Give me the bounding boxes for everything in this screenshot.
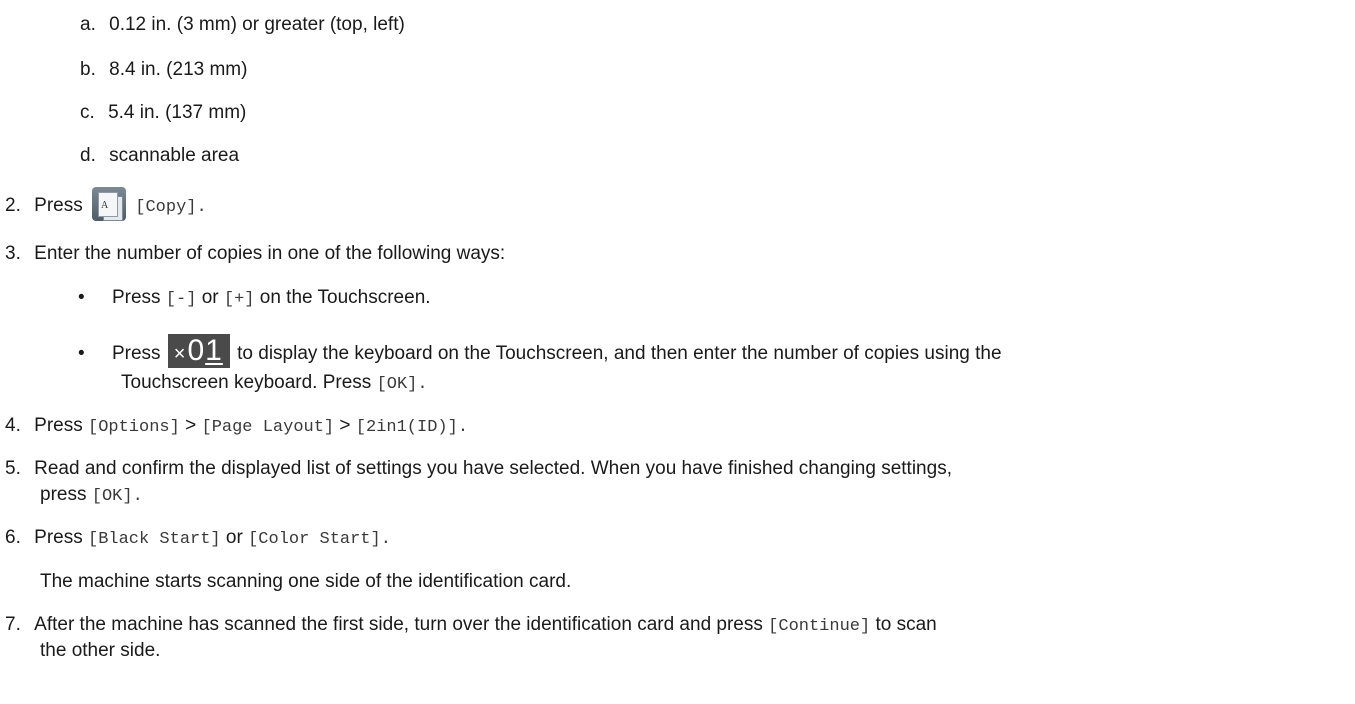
ok-label: [OK]	[91, 487, 133, 506]
step-number: 3.	[5, 243, 21, 264]
step-7: 7. After the machine has scanned the fir…	[5, 614, 937, 636]
ok-label: [OK]	[376, 375, 418, 394]
bullet-continuation: Touchscreen keyboard. Press [OK].	[121, 372, 428, 394]
bullet-item: • Press ×01 to display the keyboard on t…	[78, 334, 1002, 368]
step-text: Press	[34, 195, 83, 217]
sublist-marker: c.	[80, 102, 95, 123]
continue-label: [Continue]	[768, 617, 871, 636]
step-5: 5. Read and confirm the displayed list o…	[5, 458, 952, 479]
step-number: 7.	[5, 614, 21, 635]
step-number: 5.	[5, 458, 21, 479]
sublist-marker: a.	[80, 14, 96, 35]
copy-label: [Copy]	[135, 198, 197, 218]
copy-icon-letter: A	[101, 200, 109, 211]
step-6-note: The machine starts scanning one side of …	[40, 571, 572, 592]
sublist-text: 0.12 in. (3 mm) or greater (top, left)	[109, 14, 405, 35]
minus-key-label: [-]	[165, 290, 197, 309]
options-label: [Options]	[88, 418, 180, 437]
sublist-item: a. 0.12 in. (3 mm) or greater (top, left…	[80, 12, 405, 38]
step-4: 4. Press [Options] > [Page Layout] > [2i…	[5, 415, 469, 437]
step-3: 3. Enter the number of copies in one of …	[5, 241, 505, 267]
sublist-marker: d.	[80, 145, 96, 166]
sublist-text: 8.4 in. (213 mm)	[109, 59, 248, 80]
bullet-icon: •	[78, 343, 85, 365]
sublist-item: d. scannable area	[80, 143, 239, 169]
color-start-label: [Color Start]	[248, 530, 381, 549]
step-6: 6. Press [Black Start] or [Color Start].	[5, 527, 391, 549]
copy-icon: A	[92, 187, 126, 221]
sublist-item: c. 5.4 in. (137 mm)	[80, 100, 246, 126]
sublist-marker: b.	[80, 59, 96, 80]
bullet-item: • Press [-] or [+] on the Touchscreen.	[78, 287, 431, 309]
black-start-label: [Black Start]	[88, 530, 221, 549]
sublist-text: scannable area	[109, 145, 240, 166]
bullet-icon: •	[78, 287, 85, 308]
step-2: 2. Press A [Copy].	[5, 187, 207, 223]
sublist-text: 5.4 in. (137 mm)	[108, 102, 247, 123]
plus-key-label: [+]	[223, 290, 255, 309]
step-text: Enter the number of copies in one of the…	[34, 243, 506, 264]
step-5-continuation: press [OK].	[40, 484, 143, 506]
sublist-item: b. 8.4 in. (213 mm)	[80, 57, 247, 83]
step-number: 4.	[5, 415, 21, 436]
step-number: 2.	[5, 195, 21, 217]
copy-count-icon: ×01	[167, 334, 230, 368]
2in1-id-label: [2in1(ID)]	[355, 418, 458, 437]
step-7-continuation: the other side.	[40, 640, 161, 661]
step-number: 6.	[5, 527, 21, 548]
page-layout-label: [Page Layout]	[201, 418, 335, 437]
